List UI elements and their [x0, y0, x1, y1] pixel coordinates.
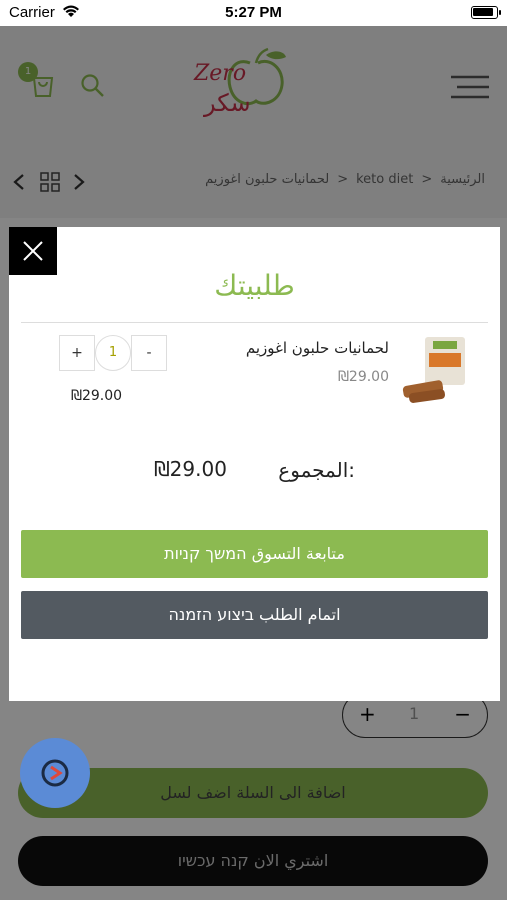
quantity-stepper: + 1 -	[59, 335, 167, 371]
chat-button[interactable]	[20, 738, 90, 808]
product-thumbnail	[402, 337, 465, 403]
cart-item-price: ₪29.00	[337, 369, 389, 385]
battery-icon	[471, 6, 501, 19]
divider	[21, 322, 488, 323]
modal-title: طلبيتك	[214, 269, 295, 302]
total-label: المجموع:	[278, 458, 355, 482]
chat-icon	[41, 759, 69, 787]
close-icon	[23, 241, 43, 261]
total-value: ₪29.00	[154, 457, 227, 481]
close-button[interactable]	[9, 227, 57, 275]
continue-shopping-button[interactable]: متابعة التسوق המשך קניות	[21, 530, 488, 578]
quantity-input[interactable]: 1	[95, 335, 131, 371]
checkout-button[interactable]: اتمام الطلب ביצוע הזמנה	[21, 591, 488, 639]
status-bar: Carrier 5:27 PM	[0, 0, 507, 26]
cart-item-name[interactable]: لحمانيات حلبون اغوزيم	[246, 339, 389, 357]
quantity-plus-button[interactable]: +	[59, 335, 95, 371]
cart-item-line-total: ₪29.00	[71, 388, 123, 404]
clock: 5:27 PM	[225, 4, 282, 21]
cart-modal: طلبيتك لحمانيات حلبون اغوزيم ₪29.00 + 1 …	[9, 227, 500, 701]
quantity-minus-button[interactable]: -	[131, 335, 167, 371]
